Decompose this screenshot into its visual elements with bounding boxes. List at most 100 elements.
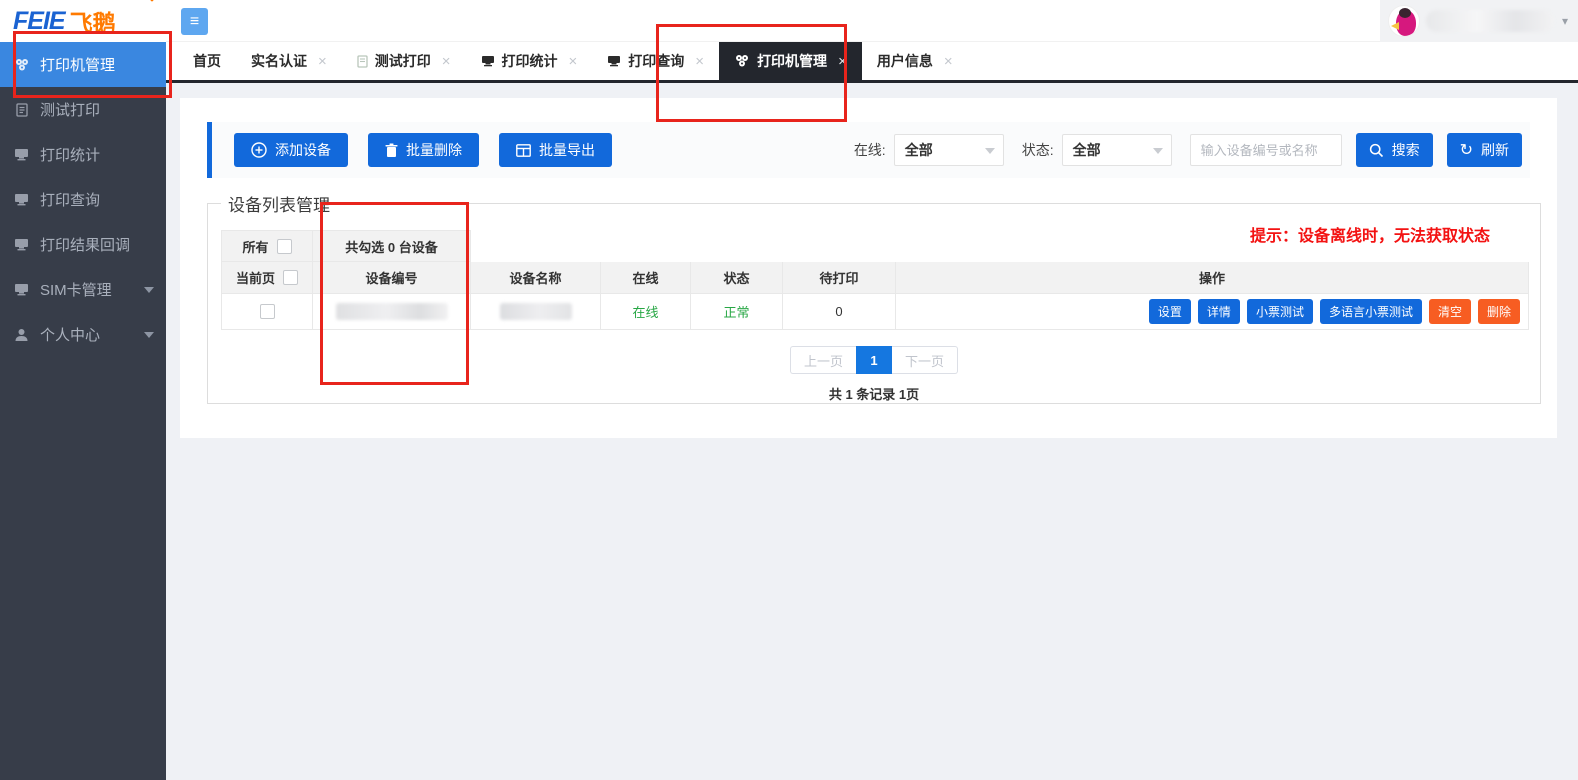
topbar: ≡ ▾ [166, 0, 1578, 42]
refresh-button[interactable]: ↻ 刷新 [1447, 133, 1522, 167]
brand-logo-en: FEIE [13, 7, 65, 36]
col-status: 状态 [723, 268, 749, 287]
status-value: 正常 [723, 302, 749, 321]
chevron-down-icon [144, 287, 154, 293]
close-icon[interactable]: × [318, 53, 327, 70]
chevron-down-icon [985, 148, 995, 154]
tab-print-stats[interactable]: 打印统计 × [466, 42, 593, 80]
tab-label: 打印查询 [628, 51, 684, 71]
document-icon [357, 55, 368, 68]
gears-icon [734, 54, 750, 68]
current-page-checkbox[interactable] [283, 270, 298, 285]
tab-bar: 首页 实名认证 × 测试打印 × 打印统计 × 打印查询 × [166, 42, 1578, 83]
person-icon [13, 328, 30, 342]
printer-icon [13, 238, 30, 251]
add-device-label: 添加设备 [275, 140, 331, 160]
close-icon[interactable]: × [695, 53, 704, 70]
select-all-checkbox[interactable] [277, 239, 292, 254]
col-actions: 操作 [1199, 268, 1225, 287]
next-page-button[interactable]: 下一页 [892, 346, 958, 374]
table-row: 在线 正常 0 设置 详情 小票测试 多语言小票测试 清空 删除 [221, 294, 1529, 330]
sidebar-item-print-stats[interactable]: 打印统计 [0, 132, 166, 177]
wifi-icon [146, 0, 158, 2]
device-no-redacted [336, 303, 448, 320]
tab-home[interactable]: 首页 [178, 42, 236, 80]
delete-button[interactable]: 删除 [1478, 299, 1520, 324]
row-checkbox[interactable] [260, 304, 275, 319]
search-input[interactable] [1190, 134, 1342, 166]
batch-export-label: 批量导出 [539, 140, 595, 160]
batch-export-button[interactable]: 批量导出 [499, 133, 612, 167]
batch-delete-button[interactable]: 批量删除 [368, 133, 479, 167]
col-device-name: 设备名称 [509, 268, 561, 287]
details-button[interactable]: 详情 [1198, 299, 1240, 324]
col-online: 在线 [632, 268, 658, 287]
sidebar-item-sim-management[interactable]: SIM卡管理 [0, 267, 166, 312]
tab-user-info[interactable]: 用户信息 × [862, 42, 968, 80]
pending-value: 0 [835, 304, 842, 319]
printer-icon [607, 55, 621, 67]
sidebar-item-printer-management[interactable]: 打印机管理 [0, 42, 166, 87]
plus-circle-icon [251, 142, 267, 158]
receipt-test-button[interactable]: 小票测试 [1247, 299, 1313, 324]
device-list-legend: 设备列表管理 [221, 191, 337, 216]
device-name-redacted [500, 303, 572, 320]
table-header-row: 当前页 设备编号 设备名称 在线 状态 待打印 操作 [221, 262, 1529, 294]
close-icon[interactable]: × [569, 53, 578, 70]
toolbar: 添加设备 批量删除 批量导出 在线: 全部 状态: [207, 122, 1530, 178]
tab-print-query[interactable]: 打印查询 × [592, 42, 719, 80]
brand-logo-cn: 飞鹅 [70, 4, 116, 38]
trash-icon [385, 143, 398, 158]
tab-label: 打印机管理 [757, 51, 827, 71]
tab-test-print[interactable]: 测试打印 × [342, 42, 466, 80]
sidebar-item-label: 个人中心 [40, 324, 100, 345]
tab-label: 用户信息 [877, 51, 933, 71]
search-button[interactable]: 搜索 [1356, 133, 1433, 167]
sidebar-item-print-result-callback[interactable]: 打印结果回调 [0, 222, 166, 267]
close-icon[interactable]: × [838, 53, 847, 70]
sidebar-item-label: 打印结果回调 [40, 234, 130, 255]
current-page-label: 当前页 [236, 268, 275, 287]
online-value: 在线 [632, 302, 658, 321]
hamburger-icon: ≡ [190, 13, 199, 30]
sidebar-item-label: 打印查询 [40, 189, 100, 210]
tab-label: 实名认证 [251, 51, 307, 71]
chevron-down-icon [144, 332, 154, 338]
username-redacted [1426, 10, 1554, 32]
table-selection-row: 所有 共勾选 0 台设备 [221, 230, 1529, 262]
printer-icon [13, 283, 30, 296]
sidebar-item-label: 打印统计 [40, 144, 100, 165]
chevron-down-icon: ▾ [1562, 14, 1568, 28]
avatar [1388, 5, 1420, 37]
document-icon [13, 103, 30, 117]
main-header: ≡ ▾ 首页 实名认证 × 测试打印 × 打印统计 [166, 0, 1578, 83]
records-summary: 共 1 条记录 1页 [208, 384, 1540, 403]
tab-real-name-auth[interactable]: 实名认证 × [236, 42, 342, 80]
online-filter-label: 在线: [854, 140, 886, 160]
refresh-icon: ↻ [1460, 140, 1473, 160]
user-menu[interactable]: ▾ [1380, 0, 1578, 42]
sidebar-item-print-query[interactable]: 打印查询 [0, 177, 166, 222]
select-all-label: 所有 [242, 237, 268, 256]
table-export-icon [516, 144, 531, 157]
status-filter-select[interactable]: 全部 [1062, 134, 1172, 166]
sidebar: FEIE 飞鹅 打印机管理 测试打印 打印统计 [0, 0, 166, 780]
device-list-fieldset: 设备列表管理 提示：设备离线时，无法获取状态 所有 共勾选 0 台设备 当前页 [207, 203, 1541, 404]
online-filter-select[interactable]: 全部 [894, 134, 1004, 166]
printer-icon [481, 55, 495, 67]
prev-page-button[interactable]: 上一页 [790, 346, 856, 374]
current-page-button[interactable]: 1 [856, 346, 892, 374]
tab-printer-management[interactable]: 打印机管理 × [719, 42, 862, 80]
sidebar-toggle-button[interactable]: ≡ [181, 8, 208, 35]
multilang-receipt-test-button[interactable]: 多语言小票测试 [1320, 299, 1422, 324]
close-icon[interactable]: × [442, 53, 451, 70]
sidebar-nav: 打印机管理 测试打印 打印统计 打印查询 打印结果回调 [0, 42, 166, 357]
printer-icon [13, 193, 30, 206]
brand-logo[interactable]: FEIE 飞鹅 [0, 0, 166, 42]
clear-button[interactable]: 清空 [1429, 299, 1471, 324]
sidebar-item-personal-center[interactable]: 个人中心 [0, 312, 166, 357]
settings-button[interactable]: 设置 [1149, 299, 1191, 324]
add-device-button[interactable]: 添加设备 [234, 133, 348, 167]
sidebar-item-test-print[interactable]: 测试打印 [0, 87, 166, 132]
close-icon[interactable]: × [944, 53, 953, 70]
